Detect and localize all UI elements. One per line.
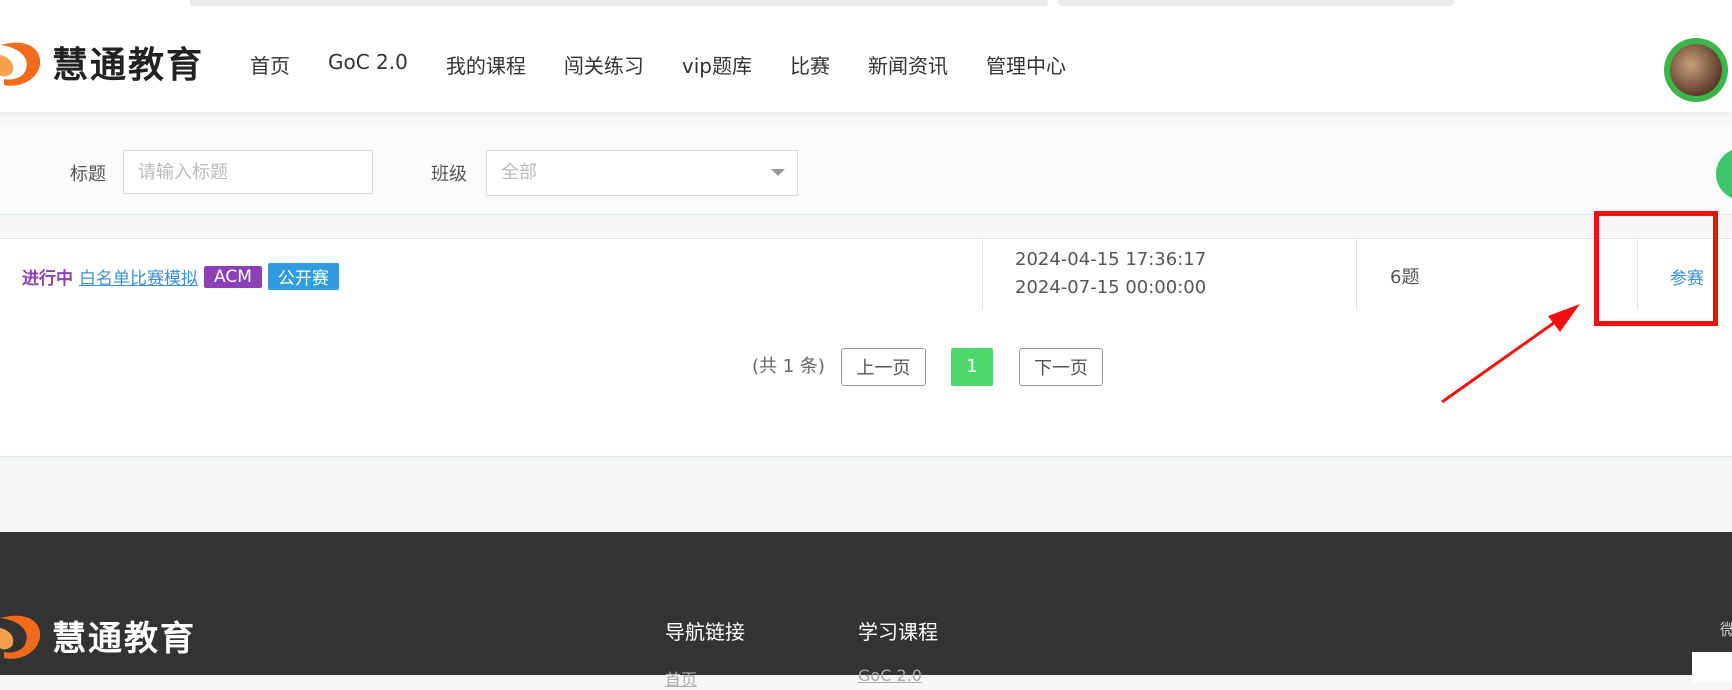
qr-code: [1692, 652, 1732, 682]
nav-my-courses[interactable]: 我的课程: [446, 50, 526, 79]
nav-vip-problems[interactable]: vip题库: [682, 50, 752, 79]
site-header: 慧通教育 首页 GoC 2.0 我的课程 闯关练习 vip题库 比赛 新闻资讯 …: [0, 8, 1732, 112]
brand-name: 慧通教育: [52, 45, 205, 86]
site-footer: 慧通教育 导航链接 学习课程 首页 GoC 2.0 微: [0, 532, 1732, 689]
class-select[interactable]: 全部: [486, 150, 798, 196]
prev-page-button[interactable]: 上一页: [841, 348, 926, 386]
footer-side-text: 微: [1720, 620, 1732, 639]
tag-acm: ACM: [204, 265, 262, 288]
nav-practice[interactable]: 闯关练习: [564, 50, 644, 79]
nav-contests[interactable]: 比赛: [790, 50, 830, 79]
class-filter-label: 班级: [431, 164, 467, 185]
status-badge: 进行中: [22, 269, 73, 289]
browser-bar-right: [1058, 0, 1454, 6]
top-strip: [0, 0, 1732, 8]
highlight-box: [1594, 211, 1718, 326]
footer-logo[interactable]: 慧通教育: [0, 610, 196, 660]
contest-title-cell: 进行中 白名单比赛模拟 ACM 公开赛: [22, 263, 345, 290]
current-page[interactable]: 1: [951, 348, 993, 386]
contest-time-cell: 2024-04-15 17:36:17 2024-07-15 00:00:00: [982, 239, 1357, 311]
start-time: 2024-04-15 17:36:17: [1015, 249, 1207, 270]
pagination-total: (共 1 条): [752, 356, 825, 377]
title-filter-label: 标题: [70, 164, 106, 185]
user-avatar[interactable]: [1664, 38, 1728, 102]
filter-bar: 标题 班级 全部: [0, 126, 1732, 215]
tag-public: 公开赛: [267, 263, 339, 290]
pagination: (共 1 条) 上一页 1 下一页: [0, 310, 1732, 457]
footer-nav-heading: 导航链接: [665, 620, 745, 644]
site-logo[interactable]: 慧通教育: [0, 36, 204, 88]
nav-goc[interactable]: GoC 2.0: [328, 50, 408, 79]
flame-logo-icon: [0, 42, 41, 86]
footer-course-heading: 学习课程: [858, 620, 938, 644]
contest-table: 进行中 白名单比赛模拟 ACM 公开赛 2024-04-15 17:36:17 …: [0, 238, 1732, 312]
next-page-button[interactable]: 下一页: [1019, 348, 1103, 386]
flame-logo-icon: [0, 615, 41, 659]
footer-course-link[interactable]: GoC 2.0: [858, 666, 922, 685]
footer-nav-home-link[interactable]: 首页: [665, 666, 697, 690]
title-search-input[interactable]: [123, 150, 373, 194]
class-select-value: 全部: [501, 162, 537, 183]
contest-title-link[interactable]: 白名单比赛模拟: [79, 264, 198, 289]
main-nav: 首页 GoC 2.0 我的课程 闯关练习 vip题库 比赛 新闻资讯 管理中心: [250, 50, 1104, 79]
footer-brand-name: 慧通教育: [52, 618, 196, 659]
chevron-down-icon: [771, 169, 785, 176]
avatar-image: [1670, 44, 1722, 96]
problem-count: 6题: [1390, 267, 1420, 288]
nav-home[interactable]: 首页: [250, 50, 290, 79]
nav-news[interactable]: 新闻资讯: [868, 50, 948, 79]
end-time: 2024-07-15 00:00:00: [1015, 277, 1207, 298]
browser-bar-left: [190, 0, 1048, 6]
nav-admin[interactable]: 管理中心: [986, 50, 1066, 79]
